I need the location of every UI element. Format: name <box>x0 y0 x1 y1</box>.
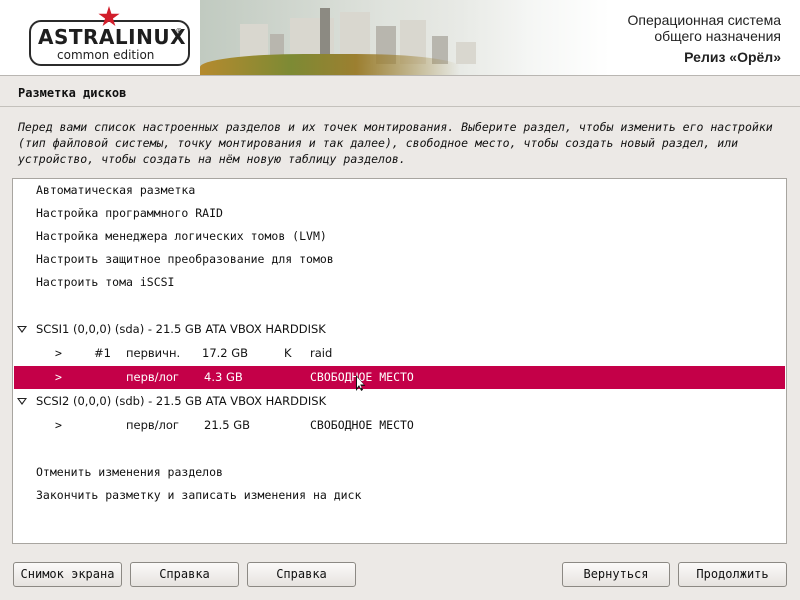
menu-item-label: Автоматическая разметка <box>36 183 196 197</box>
partition-arrow: > <box>55 370 62 384</box>
menu-item-finish[interactable]: Закончить разметку и записать изменения … <box>14 484 785 507</box>
partition-list[interactable]: Автоматическая разметка Настройка програ… <box>12 178 787 544</box>
partition-size: 21.5 GB <box>204 418 251 432</box>
partition-size: 17.2 GB <box>202 346 249 360</box>
release-info: Операционная система общего назначения Р… <box>628 12 781 65</box>
menu-item-undo[interactable]: Отменить изменения разделов <box>14 461 785 484</box>
disk-sda[interactable]: SCSI1 (0,0,0) (sda) - 21.5 GB ATA VBOX H… <box>14 318 785 341</box>
menu-item-iscsi[interactable]: Настроить тома iSCSI <box>14 271 785 294</box>
logo-text: ASTRALINUX <box>38 25 186 49</box>
menu-item-label: Настройка менеджера логических томов (LV… <box>36 229 327 243</box>
disk-label: SCSI1 (0,0,0) (sda) - 21.5 GB ATA VBOX H… <box>36 322 326 336</box>
logo-subtitle: common edition <box>57 48 155 62</box>
menu-item-crypto[interactable]: Настроить защитное преобразование для то… <box>14 248 785 271</box>
screenshot-button[interactable]: Снимок экрана <box>13 562 122 587</box>
registered-mark: ® <box>175 27 183 36</box>
menu-item-auto-partition[interactable]: Автоматическая разметка <box>14 179 785 202</box>
menu-item-raid[interactable]: Настройка программного RAID <box>14 202 785 225</box>
menu-item-label: Настроить тома iSCSI <box>36 275 175 289</box>
partition-arrow: > <box>55 418 62 432</box>
release-line-2: общего назначения <box>654 28 781 44</box>
partition-type: первичн. <box>126 346 181 360</box>
disk-label: SCSI2 (0,0,0) (sdb) - 21.5 GB ATA VBOX H… <box>36 394 327 408</box>
partition-number: #1 <box>94 346 111 360</box>
partition-sda-1[interactable]: > #1 первичн. 17.2 GB K raid <box>14 342 785 365</box>
partition-sdb-free[interactable]: > перв/лог 21.5 GB СВОБОДНОЕ МЕСТО <box>14 414 785 437</box>
page-description: Перед вами список настроенных разделов и… <box>18 120 773 166</box>
page-title: Разметка дисков <box>18 86 127 100</box>
expand-triangle-icon <box>17 326 27 333</box>
partition-size: 4.3 GB <box>204 370 243 384</box>
expand-triangle-icon <box>17 398 27 405</box>
menu-item-label: Закончить разметку и записать изменения … <box>36 488 362 502</box>
continue-button[interactable]: Продолжить <box>678 562 787 587</box>
disk-sdb[interactable]: SCSI2 (0,0,0) (sdb) - 21.5 GB ATA VBOX H… <box>14 390 785 413</box>
help-button[interactable]: Справка <box>130 562 239 587</box>
partition-flag: K <box>284 346 292 360</box>
divider <box>0 106 800 107</box>
partition-type: перв/лог <box>126 370 179 384</box>
help-button-2[interactable]: Справка <box>247 562 356 587</box>
back-button[interactable]: Вернуться <box>562 562 670 587</box>
release-name: Релиз «Орёл» <box>684 49 781 65</box>
menu-item-lvm[interactable]: Настройка менеджера логических томов (LV… <box>14 225 785 248</box>
partition-use: СВОБОДНОЕ МЕСТО <box>310 418 414 432</box>
partition-use: raid <box>310 346 333 360</box>
partition-type: перв/лог <box>126 418 179 432</box>
city-photo <box>200 0 610 75</box>
release-line-1: Операционная система <box>627 12 781 28</box>
partition-arrow: > <box>55 346 62 360</box>
menu-item-label: Настройка программного RAID <box>36 206 223 220</box>
partition-sda-free[interactable]: > перв/лог 4.3 GB СВОБОДНОЕ МЕСТО <box>14 366 785 389</box>
menu-item-label: Отменить изменения разделов <box>36 465 223 479</box>
header-banner: ASTRALINUX ® common edition Операционная… <box>0 0 800 76</box>
menu-item-label: Настроить защитное преобразование для то… <box>36 252 334 266</box>
